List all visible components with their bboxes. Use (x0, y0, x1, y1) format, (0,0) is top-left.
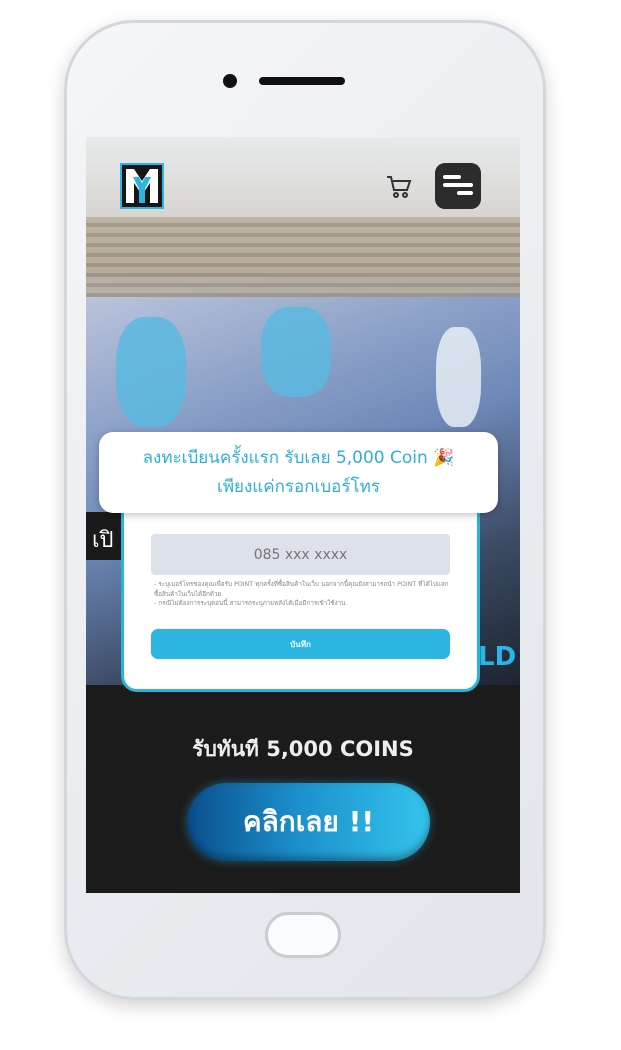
banner-line-1: ลงทะเบียนครั้งแรก รับเลย 5,000 Coin 🎉 (142, 448, 455, 468)
front-camera (223, 74, 237, 88)
save-button[interactable]: บันทึก (151, 629, 450, 659)
promo-headline: รับทันที 5,000 COINS (192, 737, 414, 761)
home-button[interactable] (265, 912, 341, 958)
cart-icon[interactable] (385, 173, 413, 201)
hero-ceiling (86, 217, 520, 297)
site-logo[interactable] (120, 163, 164, 209)
form-notes: ระบุเบอร์โทรของคุณเพื่อรับ POINT ทุกครั้… (154, 580, 454, 609)
speaker-grille (259, 77, 345, 85)
mascot-figure (261, 307, 331, 397)
menu-button[interactable] (435, 163, 481, 209)
note-item: ระบุเบอร์โทรของคุณเพื่อรับ POINT ทุกครั้… (154, 580, 454, 599)
partial-logo-text: LD (478, 642, 517, 672)
note-item: กรณีไม่ต้องการระบุตอนนี้ สามารถระบุภายหล… (154, 599, 454, 609)
register-modal: ระบุเบอร์โทรของคุณเพื่อรับ POINT ทุกครั้… (121, 495, 480, 692)
mascot-figure (116, 317, 186, 427)
phone-number-input[interactable] (151, 534, 450, 575)
registration-banner: ลงทะเบียนครั้งแรก รับเลย 5,000 Coin 🎉 เพ… (99, 432, 498, 513)
click-now-button[interactable]: คลิกเลย !! (187, 783, 430, 861)
mascot-figure (436, 327, 481, 427)
banner-line-2: เพียงแค่กรอกเบอร์โทร (217, 477, 380, 497)
